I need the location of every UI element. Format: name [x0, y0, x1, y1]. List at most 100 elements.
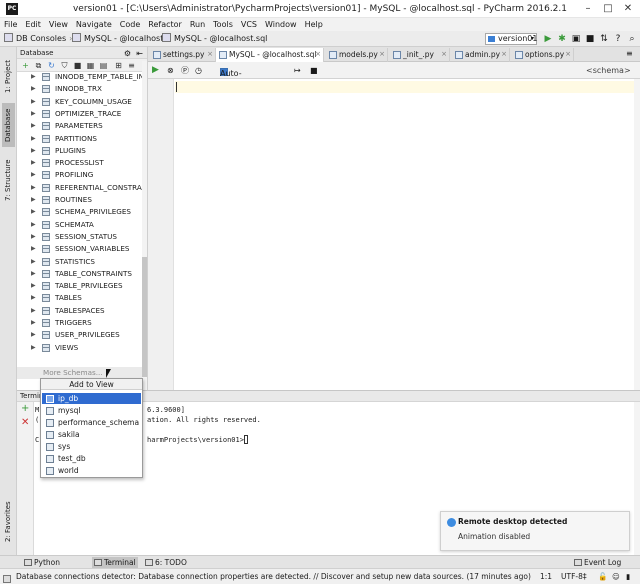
- refresh-icon[interactable]: ↻: [47, 61, 56, 70]
- terminal-tab[interactable]: Terminal: [92, 557, 138, 568]
- search-everywhere-icon[interactable]: ⌕: [626, 33, 638, 45]
- vcs-icon[interactable]: ⇅: [598, 33, 610, 45]
- expand-arrow-icon[interactable]: ▶: [31, 206, 36, 218]
- menu-window[interactable]: Window: [261, 18, 301, 31]
- notification-balloon[interactable]: Remote desktop detected Animation disabl…: [440, 511, 630, 551]
- breadcrumb-sql-file[interactable]: MySQL - @localhost.sql: [162, 33, 267, 45]
- expand-arrow-icon[interactable]: ▶: [31, 169, 36, 181]
- tree-item[interactable]: ▶ TABLES: [17, 292, 145, 304]
- lock-icon[interactable]: 🔓: [598, 572, 607, 582]
- schema-item-world[interactable]: world: [42, 465, 141, 476]
- expand-arrow-icon[interactable]: ▶: [31, 219, 36, 231]
- expand-arrow-icon[interactable]: ▶: [31, 133, 36, 145]
- favorites-tool-tab[interactable]: 2: Favorites: [2, 497, 15, 547]
- event-log-tab[interactable]: Event Log: [572, 557, 628, 568]
- tree-scrollbar-thumb[interactable]: [142, 257, 147, 377]
- tree-item[interactable]: ▶ TABLE_PRIVILEGES: [17, 280, 145, 292]
- expand-arrow-icon[interactable]: ▶: [31, 268, 36, 280]
- tree-item[interactable]: ▶ INNODB_TRX: [17, 83, 145, 95]
- expand-arrow-icon[interactable]: ▶: [31, 231, 36, 243]
- tab-mysql-console[interactable]: MySQL - @localhost.sql ×: [216, 48, 324, 62]
- expand-arrow-icon[interactable]: ▶: [31, 96, 36, 108]
- tree-item[interactable]: ▶ TRIGGERS: [17, 317, 145, 329]
- schema-item-ip-db[interactable]: ip_db: [42, 393, 141, 404]
- sdk-icon[interactable]: ?: [612, 33, 624, 45]
- menu-vcs[interactable]: VCS: [237, 18, 261, 31]
- schema-item-sys[interactable]: sys: [42, 441, 141, 452]
- expand-arrow-icon[interactable]: ▶: [31, 157, 36, 169]
- schema-item-mysql[interactable]: mysql: [42, 405, 141, 416]
- menu-view[interactable]: View: [45, 18, 72, 31]
- tree-item[interactable]: ▶ VIEWS: [17, 342, 145, 354]
- execute-icon[interactable]: ▶: [152, 65, 159, 76]
- tab-init[interactable]: _init_.py ×: [390, 48, 450, 62]
- close-tab-icon[interactable]: ×: [315, 48, 321, 61]
- schema-item-performance-schema[interactable]: performance_schema: [42, 417, 141, 428]
- expand-arrow-icon[interactable]: ▶: [31, 329, 36, 341]
- stop-icon[interactable]: ■: [584, 33, 596, 45]
- explain-icon[interactable]: ⊗: [167, 65, 174, 76]
- tab-options[interactable]: options.py ×: [512, 48, 574, 62]
- tree-item[interactable]: ▶ OPTIMIZER_TRACE: [17, 108, 145, 120]
- expand-arrow-icon[interactable]: ▶: [31, 182, 36, 194]
- menu-edit[interactable]: Edit: [21, 18, 45, 31]
- menu-tools[interactable]: Tools: [209, 18, 237, 31]
- stop-query-icon[interactable]: ■: [310, 65, 318, 76]
- close-session-icon[interactable]: ✕: [21, 418, 29, 428]
- inspector-icon[interactable]: ☺: [612, 572, 620, 582]
- add-icon[interactable]: +: [21, 61, 30, 70]
- database-tool-tab[interactable]: Database: [2, 103, 15, 147]
- schema-item-sakila[interactable]: sakila: [42, 429, 141, 440]
- filter-icon[interactable]: ⛉: [60, 61, 69, 70]
- structure-tool-tab[interactable]: 7: Structure: [2, 155, 15, 205]
- tree-item[interactable]: ▶ SCHEMATA: [17, 219, 145, 231]
- schema-item-test-db[interactable]: test_db: [42, 453, 141, 464]
- tree-item[interactable]: ▶ PLUGINS: [17, 145, 145, 157]
- project-tool-tab[interactable]: 1: Project: [2, 55, 15, 99]
- sql-editor[interactable]: [148, 79, 640, 390]
- close-tab-icon[interactable]: ×: [565, 48, 571, 61]
- expand-arrow-icon[interactable]: ▶: [31, 145, 36, 157]
- terminal-scrollbar[interactable]: [634, 402, 640, 556]
- expand-arrow-icon[interactable]: ▶: [31, 342, 36, 354]
- diagram-icon[interactable]: ⊞: [114, 61, 123, 70]
- menu-refactor[interactable]: Refactor: [144, 18, 186, 31]
- close-tab-icon[interactable]: ×: [379, 48, 385, 61]
- console-icon[interactable]: ▤: [99, 61, 108, 70]
- tab-list-icon[interactable]: ≡: [626, 49, 633, 58]
- close-tab-icon[interactable]: ×: [207, 48, 213, 61]
- file-encoding[interactable]: UTF-8‡: [561, 572, 587, 582]
- close-tab-icon[interactable]: ×: [501, 48, 507, 61]
- expand-arrow-icon[interactable]: ▶: [31, 72, 36, 83]
- menu-help[interactable]: Help: [301, 18, 327, 31]
- expand-arrow-icon[interactable]: ▶: [31, 292, 36, 304]
- autocommit-checkbox[interactable]: Auto-commit ▾: [220, 65, 250, 89]
- tree-item[interactable]: ▶ KEY_COLUMN_USAGE: [17, 96, 145, 108]
- tree-item[interactable]: ▶ PARTITIONS: [17, 133, 145, 145]
- expand-arrow-icon[interactable]: ▶: [31, 280, 36, 292]
- expand-arrow-icon[interactable]: ▶: [31, 243, 36, 255]
- coverage-icon[interactable]: ▣: [570, 33, 582, 45]
- tree-item[interactable]: ▶ PROFILING: [17, 169, 145, 181]
- tree-scrollbar[interactable]: [142, 61, 147, 390]
- tab-admin[interactable]: admin.py ×: [452, 48, 510, 62]
- status-message[interactable]: Database connections detector: Database …: [16, 572, 531, 582]
- schema-select[interactable]: <schema>: [586, 65, 631, 76]
- todo-tab[interactable]: 6: TODO: [143, 557, 187, 568]
- expand-arrow-icon[interactable]: ▶: [31, 83, 36, 95]
- debug-icon[interactable]: ✱: [556, 33, 568, 45]
- breadcrumb-mysql[interactable]: MySQL - @localhost›: [72, 33, 170, 45]
- python-console-tab[interactable]: Python Console: [22, 557, 86, 578]
- caret-position[interactable]: 1:1: [540, 572, 552, 582]
- menu-code[interactable]: Code: [116, 18, 144, 31]
- breadcrumb-db-consoles[interactable]: DB Consoles ›: [4, 33, 72, 45]
- run-config-select[interactable]: version01 ▾: [485, 33, 537, 45]
- expand-arrow-icon[interactable]: ▶: [31, 256, 36, 268]
- tree-item[interactable]: ▶ PARAMETERS: [17, 120, 145, 132]
- tree-item[interactable]: ▶ TABLE_CONSTRAINTS: [17, 268, 145, 280]
- tree-item[interactable]: ▶ SESSION_STATUS: [17, 231, 145, 243]
- tree-item[interactable]: ▶ SESSION_VARIABLES: [17, 243, 145, 255]
- tree-item[interactable]: ▶ TABLESPACES: [17, 305, 145, 317]
- minimize-button[interactable]: –: [578, 0, 598, 18]
- collapse-icon[interactable]: ≡: [127, 61, 136, 70]
